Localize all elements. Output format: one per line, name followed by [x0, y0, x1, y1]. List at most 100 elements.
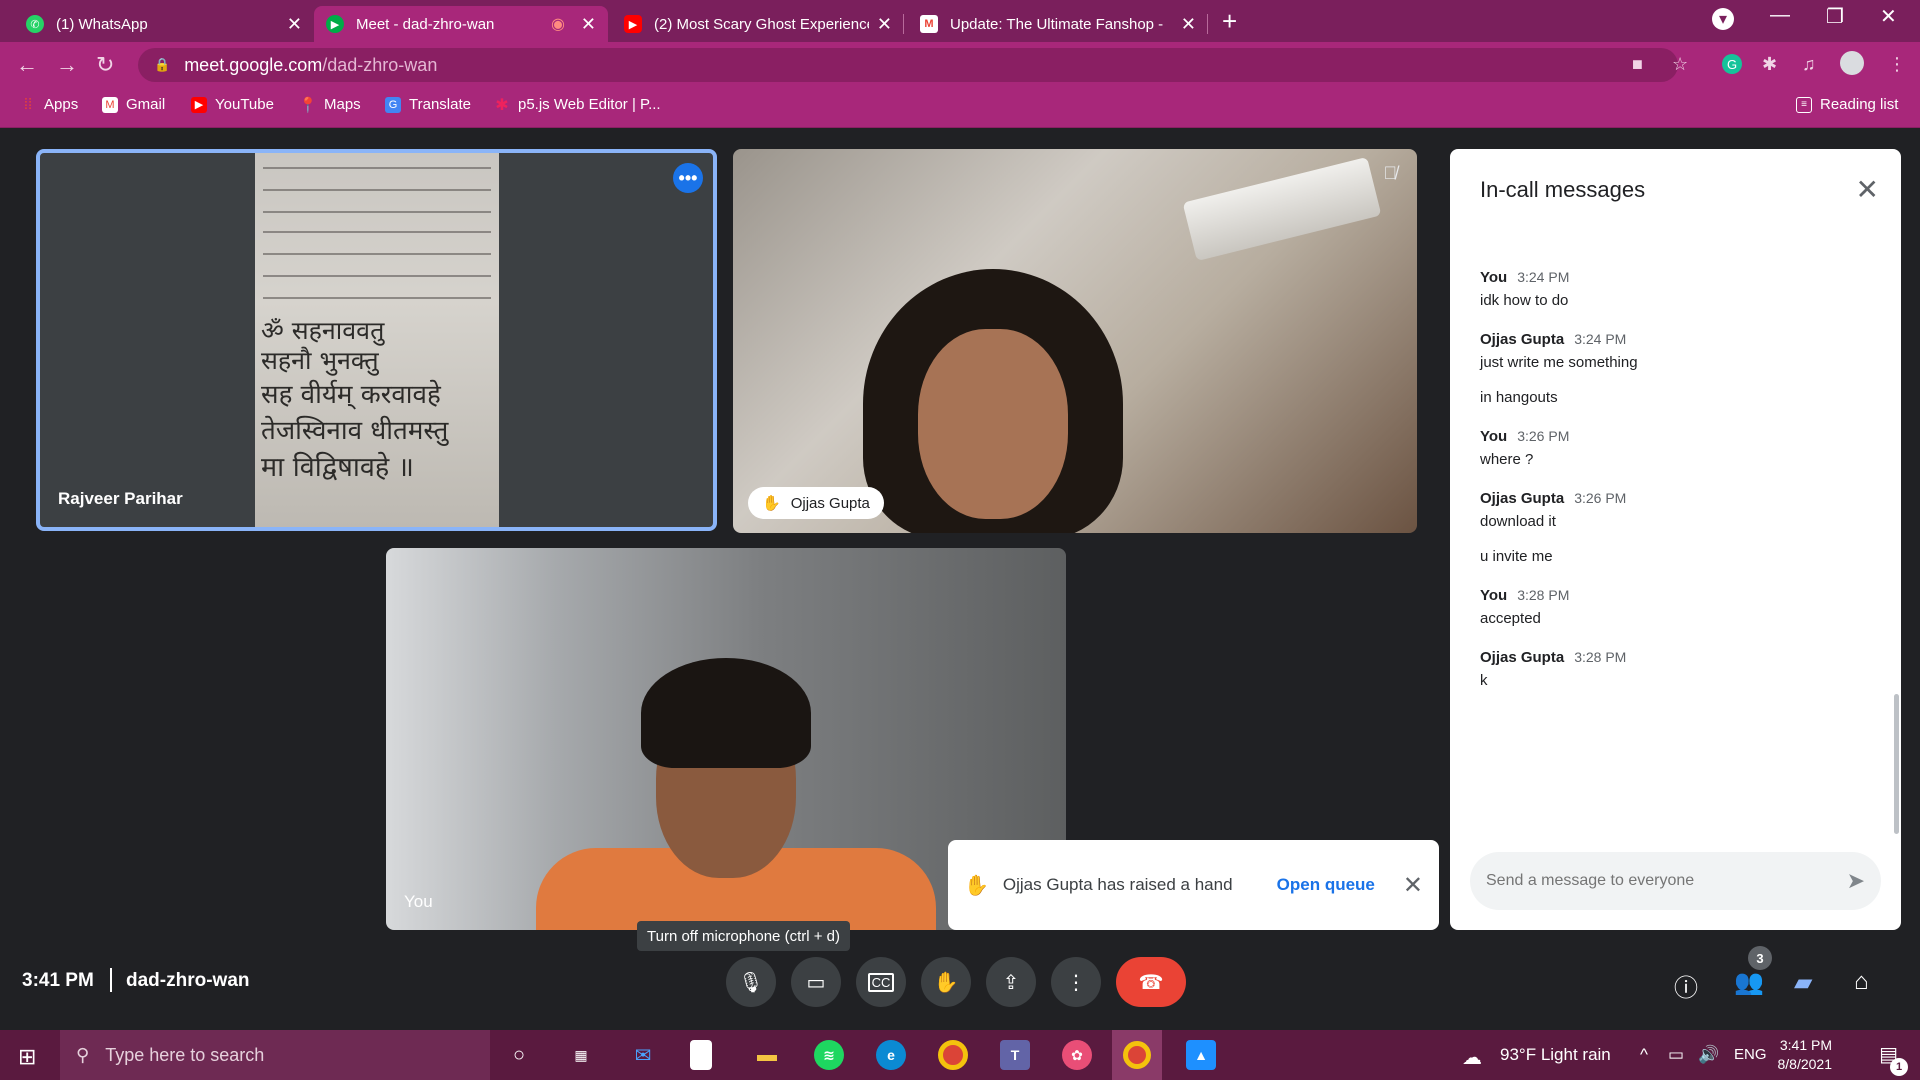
youtube-icon: ▶: [191, 96, 207, 113]
new-tab-icon[interactable]: +: [1222, 6, 1237, 37]
bookmark-gmail[interactable]: M Gmail: [102, 96, 165, 113]
participant-name: Rajveer Parihar: [58, 489, 183, 508]
message-group: You 3:24 PM idk how to do: [1480, 269, 1871, 309]
taskbar-search-box[interactable]: ⚲ Type here to search: [60, 1030, 490, 1080]
address-bar[interactable]: 🔒 meet.google.com/dad-zhro-wan: [138, 48, 1678, 82]
close-tab-icon[interactable]: ✕: [1181, 14, 1196, 35]
camera-in-use-icon[interactable]: ■: [1632, 54, 1643, 75]
reading-list-label: Reading list: [1820, 96, 1899, 113]
bookmark-maps[interactable]: 📍 Maps: [298, 96, 361, 114]
bookmark-p5js[interactable]: ✱ p5.js Web Editor | P...: [494, 96, 660, 114]
maps-pin-icon: 📍: [298, 96, 318, 114]
message-list: You 3:24 PM idk how to do Ojjas Gupta 3:24…: [1480, 269, 1871, 711]
meeting-details-icon[interactable]: ⓘ: [1674, 968, 1698, 1003]
leave-call-button[interactable]: ☎: [1116, 957, 1186, 1007]
grammarly-icon[interactable]: G: [1722, 54, 1742, 74]
task-view-icon[interactable]: ▦: [566, 1040, 596, 1070]
file-explorer-icon[interactable]: ▬: [752, 1040, 782, 1070]
present-screen-icon: ⇪: [1002, 971, 1020, 994]
participant-tile-rajveer[interactable]: ॐ सहनाववतु सहनौ भुनक्तु सह वीर्यम् करवाव…: [36, 149, 717, 531]
raise-hand-button[interactable]: ✋: [921, 957, 971, 1007]
chrome-menu-icon[interactable]: ⋮: [1888, 54, 1906, 75]
teams-icon[interactable]: T: [1000, 1040, 1030, 1070]
chat-message-input[interactable]: [1486, 872, 1847, 890]
message-text: accepted: [1480, 610, 1541, 627]
reload-icon[interactable]: ↻: [96, 52, 114, 78]
chat-input-box[interactable]: ➤: [1470, 852, 1881, 910]
tab-title: (2) Most Scary Ghost Experiences: [654, 15, 869, 33]
bookmark-translate[interactable]: G Translate: [385, 96, 471, 113]
tab-meet[interactable]: ▶ Meet - dad-zhro-wan ◉ ✕: [314, 6, 608, 42]
p5js-asterisk-icon: ✱: [495, 96, 509, 114]
photos-viewer-icon[interactable]: ▲: [1186, 1040, 1216, 1070]
close-tab-icon[interactable]: ✕: [877, 14, 892, 35]
tab-title: Meet - dad-zhro-wan: [356, 15, 495, 33]
show-hidden-icons-icon[interactable]: ^: [1640, 1045, 1648, 1065]
microphone-button[interactable]: 🎙: [726, 957, 776, 1007]
windows-start-icon[interactable]: ⊞: [18, 1044, 36, 1070]
battery-icon[interactable]: ▭: [1668, 1045, 1684, 1065]
tab-gmail[interactable]: M Update: The Ultimate Fanshop - ✕: [908, 6, 1208, 42]
tab-search-icon[interactable]: ▾: [1712, 8, 1734, 30]
bookmark-apps[interactable]: ⁞⁞ Apps: [20, 96, 78, 113]
bookmark-label: Gmail: [126, 96, 166, 113]
chat-icon[interactable]: ▰: [1794, 968, 1812, 997]
message-time: 3:26 PM: [1517, 428, 1570, 444]
bookmark-star-icon[interactable]: ☆: [1672, 54, 1688, 75]
spotify-icon[interactable]: ≋: [814, 1040, 844, 1070]
send-icon[interactable]: ➤: [1847, 868, 1865, 894]
back-icon[interactable]: ←: [16, 52, 38, 78]
tab-youtube[interactable]: ▶ (2) Most Scary Ghost Experiences ✕: [612, 6, 904, 42]
restore-icon[interactable]: ❐: [1826, 4, 1844, 29]
weather-text[interactable]: 93°F Light rain: [1500, 1045, 1611, 1065]
people-icon[interactable]: 👥: [1734, 968, 1764, 997]
more-options-icon[interactable]: •••: [673, 163, 703, 193]
tab-whatsapp[interactable]: ✆ (1) WhatsApp ✕: [14, 6, 314, 42]
extensions-icon[interactable]: ✱: [1762, 54, 1777, 75]
message-sender: You: [1480, 269, 1508, 286]
translate-icon: G: [385, 96, 401, 113]
chrome-active-icon[interactable]: [1112, 1030, 1162, 1080]
chrome-icon[interactable]: [938, 1040, 968, 1070]
cortana-icon[interactable]: ○: [504, 1040, 534, 1070]
close-tab-icon[interactable]: ✕: [287, 14, 302, 35]
close-panel-icon[interactable]: ✕: [1856, 173, 1879, 206]
profile-avatar[interactable]: [1840, 51, 1864, 75]
hand-raised-message: Ojjas Gupta has raised a hand: [1002, 875, 1233, 894]
close-tab-icon[interactable]: ✕: [581, 14, 596, 35]
media-control-icon[interactable]: ♫: [1802, 54, 1816, 75]
captions-button[interactable]: CC: [856, 957, 906, 1007]
close-window-icon[interactable]: ✕: [1880, 4, 1897, 29]
activities-icon[interactable]: ⌂: [1854, 968, 1869, 996]
participant-name: Ojjas Gupta: [790, 494, 870, 512]
open-queue-button[interactable]: Open queue: [1277, 875, 1375, 895]
camera-button[interactable]: ▭: [791, 957, 841, 1007]
close-notification-icon[interactable]: ✕: [1403, 871, 1423, 900]
message-time: 3:28 PM: [1574, 649, 1627, 665]
bookmark-label: Translate: [409, 96, 471, 113]
message-text: idk how to do: [1480, 292, 1569, 309]
notepad-icon[interactable]: [690, 1040, 712, 1070]
minimize-icon[interactable]: —: [1770, 4, 1790, 27]
volume-icon[interactable]: 🔊: [1698, 1045, 1719, 1065]
chat-scrollbar[interactable]: [1894, 694, 1899, 834]
present-button[interactable]: ⇪: [986, 957, 1036, 1007]
mail-icon[interactable]: ✉: [628, 1040, 658, 1070]
weather-icon[interactable]: ☁: [1462, 1045, 1482, 1070]
raised-hand-icon: ✋: [762, 495, 781, 512]
bookmark-youtube[interactable]: ▶ YouTube: [191, 96, 274, 113]
forward-icon[interactable]: →: [56, 52, 78, 78]
lock-icon: 🔒: [154, 57, 171, 72]
more-options-button[interactable]: ⋮: [1051, 957, 1101, 1007]
tab-separator: [1207, 14, 1208, 34]
taskbar-clock[interactable]: 3:41 PM 8/8/2021: [1778, 1036, 1833, 1074]
participant-tile-ojjas[interactable]: 🎙̸ ✋ Ojjas Gupta: [733, 149, 1417, 533]
more-vert-icon: ⋮: [1066, 971, 1086, 994]
notebook-line: ॐ सहनाववतु: [261, 316, 385, 345]
reading-list-button[interactable]: ≡ Reading list: [1796, 96, 1898, 113]
search-icon: ⚲: [76, 1044, 90, 1065]
chrome-icon: [1123, 1041, 1151, 1069]
edge-icon[interactable]: e: [876, 1040, 906, 1070]
language-indicator[interactable]: ENG: [1734, 1046, 1767, 1063]
photos-icon[interactable]: ✿: [1062, 1040, 1092, 1070]
